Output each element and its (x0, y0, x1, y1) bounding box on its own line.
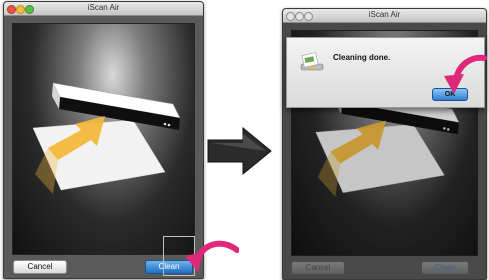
window-title: iScan Air (87, 3, 120, 12)
flow-arrow-icon (207, 126, 272, 176)
pointer-arrow-icon (444, 54, 487, 94)
cancel-button: Cancel (291, 261, 345, 275)
title-bar: iScan Air (283, 9, 486, 23)
cancel-button[interactable]: Cancel (13, 260, 67, 274)
window-title: iScan Air (368, 10, 401, 19)
dialog-message: Cleaning done. (333, 53, 391, 62)
preview-area (12, 23, 195, 255)
pointer-arrow-icon (185, 240, 239, 272)
app-icon (300, 52, 324, 71)
scanner-illustration (32, 82, 181, 194)
title-bar: iScan Air (4, 2, 203, 16)
clean-button: Clean (421, 261, 469, 275)
